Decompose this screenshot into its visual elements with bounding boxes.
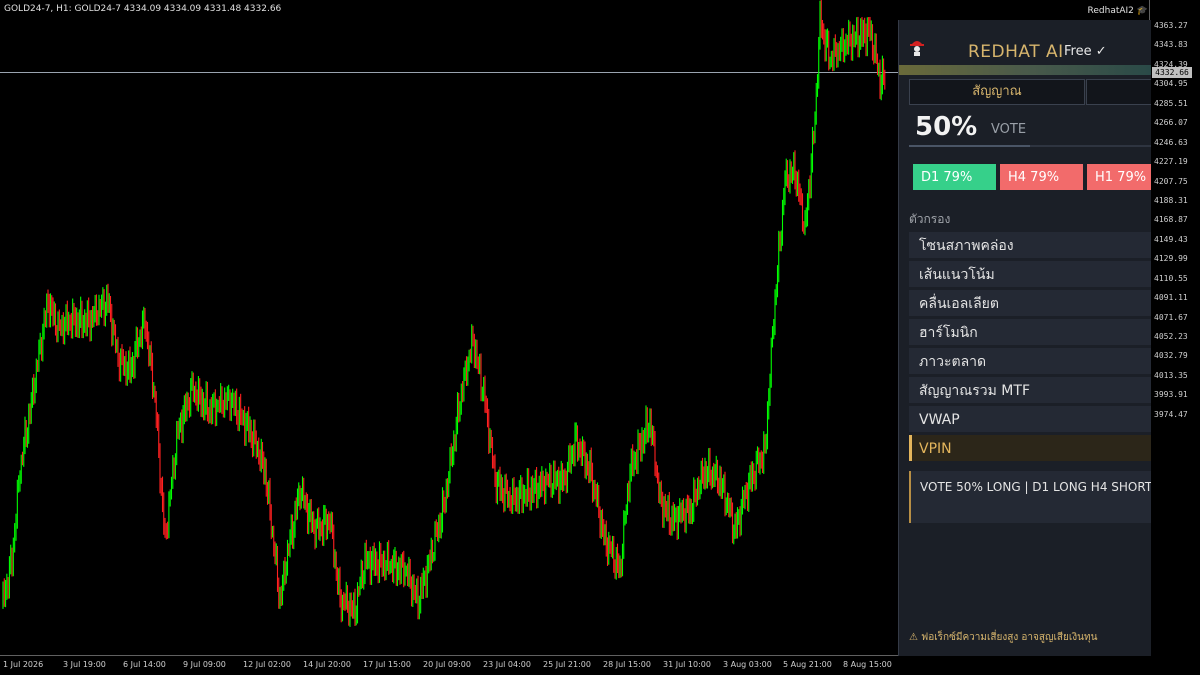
- filters-heading: ตัวกรอง: [909, 212, 951, 226]
- risk-warning: ⚠ ฟอเร็กซ์มีความเสี่ยงสูง อาจสูญเสียเงิน…: [909, 632, 1098, 643]
- price-tick-label: 4304.95: [1154, 79, 1188, 89]
- filter-vpin[interactable]: VPIN: [909, 435, 1151, 461]
- tab-signal[interactable]: สัญญาณ: [909, 79, 1085, 105]
- price-tick-label: 4129.99: [1154, 254, 1188, 264]
- time-tick-label: 20 Jul 09:00: [423, 660, 471, 669]
- price-tick-label: 3993.91: [1154, 390, 1188, 400]
- price-tick-label: 4071.67: [1154, 312, 1188, 322]
- time-tick-label: 28 Jul 15:00: [603, 660, 651, 669]
- time-tick-label: 9 Jul 09:00: [183, 660, 226, 669]
- time-tick-label: 8 Aug 15:00: [843, 660, 892, 669]
- tf-badge-h4[interactable]: H4 79%: [1000, 164, 1083, 190]
- filter-elliott-wave[interactable]: คลื่นเอลเลียต: [909, 290, 1151, 316]
- price-tick-label: 4285.51: [1154, 98, 1188, 108]
- indicator-label: RedhatAI2 🎓: [1087, 6, 1148, 16]
- time-tick-label: 6 Jul 14:00: [123, 660, 166, 669]
- price-tick-label: 4188.31: [1154, 195, 1188, 205]
- time-tick-label: 17 Jul 15:00: [363, 660, 411, 669]
- time-tick-label: 3 Jul 19:00: [63, 660, 106, 669]
- price-tick-label: 4266.07: [1154, 118, 1188, 128]
- price-tick-label: 4246.63: [1154, 137, 1188, 147]
- price-tick-label: 4227.19: [1154, 157, 1188, 167]
- time-tick-label: 12 Jul 02:00: [243, 660, 291, 669]
- filter-harmonic[interactable]: ฮาร์โมนิก: [909, 319, 1151, 345]
- tab-second[interactable]: [1086, 79, 1151, 105]
- price-tick-label: 4363.27: [1154, 21, 1188, 30]
- filter-vwap[interactable]: VWAP: [909, 406, 1151, 432]
- redhat-logo-icon: [910, 41, 924, 56]
- tf-badge-h1[interactable]: H1 79%: [1087, 164, 1151, 190]
- filter-mtf-signal[interactable]: สัญญาณรวม MTF: [909, 377, 1151, 403]
- price-tick-label: 4032.79: [1154, 351, 1188, 361]
- header-gradient-bar: [899, 65, 1151, 75]
- panel-header: REDHAT AI Free ✓: [899, 20, 1151, 75]
- price-tick-label: 4207.75: [1154, 176, 1188, 186]
- graduation-cap-icon: 🎓: [1136, 6, 1148, 16]
- price-tick-label: 4343.83: [1154, 40, 1188, 50]
- price-tick-label: 4168.87: [1154, 215, 1188, 225]
- price-tick-label: 4149.43: [1154, 234, 1188, 244]
- signal-message: VOTE 50% LONG | D1 LONG H4 SHORT: [909, 471, 1151, 523]
- price-tick-label: 4013.35: [1154, 370, 1188, 380]
- tf-badge-d1[interactable]: D1 79%: [913, 164, 996, 190]
- filter-market-condition[interactable]: ภาวะตลาด: [909, 348, 1151, 374]
- time-tick-label: 25 Jul 21:00: [543, 660, 591, 669]
- time-tick-label: 14 Jul 20:00: [303, 660, 351, 669]
- time-tick-label: 23 Jul 04:00: [483, 660, 531, 669]
- brand-title: REDHAT AI: [968, 42, 1064, 62]
- vote-percent: 50%: [915, 112, 978, 142]
- time-tick-label: 31 Jul 10:00: [663, 660, 711, 669]
- price-tick-label: 3974.47: [1154, 409, 1188, 419]
- time-tick-label: 1 Jul 2026: [3, 660, 44, 669]
- vote-label: VOTE: [991, 122, 1027, 137]
- filter-liquidity-zone[interactable]: โซนสภาพคล่อง: [909, 232, 1151, 258]
- current-price-label: 4332.66: [1152, 67, 1192, 78]
- filter-trendline[interactable]: เส้นแนวโน้ม: [909, 261, 1151, 287]
- vote-bar-fill: [909, 145, 1030, 147]
- chart-title: GOLD24-7, H1: GOLD24-7 4334.09 4334.09 4…: [4, 4, 282, 14]
- price-tick-label: 4091.11: [1154, 293, 1188, 303]
- time-tick-label: 5 Aug 21:00: [783, 660, 832, 669]
- plan-badge: Free ✓: [1064, 44, 1107, 59]
- time-tick-label: 3 Aug 03:00: [723, 660, 772, 669]
- redhat-ai-panel: REDHAT AI Free ✓ สัญญาณ 50% VOTE D1 79% …: [898, 20, 1151, 656]
- price-tick-label: 4110.55: [1154, 273, 1188, 283]
- price-tick-label: 4052.23: [1154, 332, 1188, 342]
